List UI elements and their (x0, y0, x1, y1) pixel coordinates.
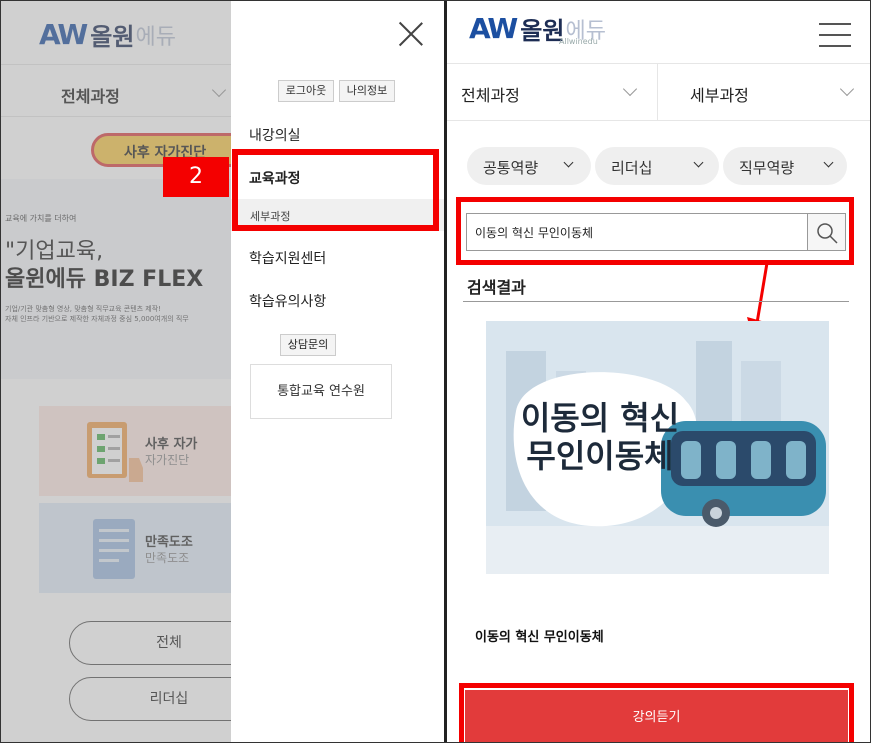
chevron-down-icon (823, 157, 834, 168)
filter-common-label: 공통역량 (483, 159, 539, 177)
logout-button[interactable]: 로그아웃 (278, 80, 334, 102)
course-thumbnail[interactable]: 이동의 혁신 무인이동체 (486, 321, 829, 574)
drawer-item-notes[interactable]: 학습유의사항 (249, 291, 326, 311)
thumbnail-title-line-2: 무인이동체 (526, 437, 674, 475)
course-select[interactable]: 전체과정 (447, 63, 657, 121)
consult-button[interactable]: 상담문의 (280, 334, 336, 356)
filter-job-label: 직무역량 (739, 159, 795, 177)
highlight-box-courses (232, 149, 439, 231)
search-result-title: 검색결과 (467, 278, 526, 297)
filter-leadership[interactable]: 리더십 (595, 147, 719, 185)
step-badge: 2 (163, 157, 229, 197)
result-divider (463, 301, 849, 302)
screenshot-root: AW 올원 에듀 전체과정 사후 자가진단 교육에 가치를 더하여 "기업교육,… (0, 0, 871, 743)
myinfo-button[interactable]: 나의정보 (339, 80, 395, 102)
filter-common[interactable]: 공통역량 (467, 147, 591, 185)
logo-sub: Allwinedu (559, 37, 598, 46)
logo-mark: AW (469, 12, 518, 45)
thumbnail-title: 이동의 혁신 무인이동체 (520, 399, 680, 475)
detail-select[interactable]: 세부과정 (657, 63, 870, 121)
detail-select-label: 세부과정 (690, 86, 749, 105)
chevron-down-icon (839, 81, 855, 97)
logo-text: 올원 (520, 17, 565, 45)
thumbnail-title-line-1: 이동의 혁신 (520, 399, 680, 437)
chevron-down-icon (693, 157, 704, 168)
hamburger-icon[interactable] (819, 23, 851, 47)
overlay-dim[interactable] (1, 1, 231, 742)
left-phone: AW 올원 에듀 전체과정 사후 자가진단 교육에 가치를 더하여 "기업교육,… (1, 1, 444, 742)
filter-leadership-label: 리더십 (611, 159, 653, 177)
course-select-label: 전체과정 (461, 86, 520, 105)
drawer-item-support[interactable]: 학습지원센터 (249, 248, 326, 268)
highlight-box-lecture (459, 683, 854, 742)
drawer-item-my-classroom[interactable]: 내강의실 (249, 125, 301, 145)
course-name[interactable]: 이동의 혁신 무인이동체 (475, 626, 604, 645)
chevron-down-icon (563, 157, 574, 168)
close-icon[interactable] (398, 21, 424, 47)
chevron-down-icon (622, 81, 638, 97)
highlight-box-search (456, 197, 854, 265)
filter-job[interactable]: 직무역량 (723, 147, 847, 185)
right-header: AW 올원 에듀 Allwinedu (447, 1, 870, 63)
integrated-training-button[interactable]: 통합교육 연수원 (250, 364, 392, 419)
